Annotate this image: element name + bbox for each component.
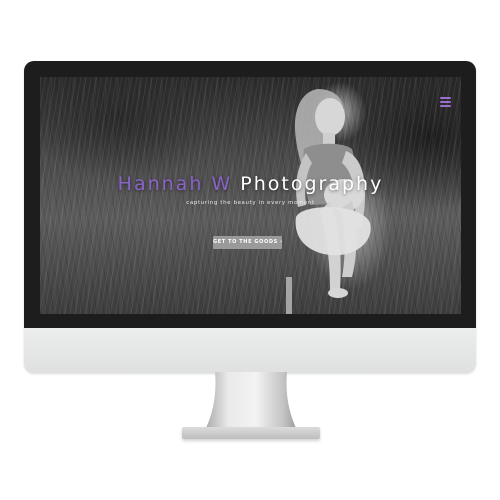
- site-tagline: capturing the beauty in every moment: [186, 200, 315, 206]
- monitor: Hannah W Photography capturing the beaut…: [24, 61, 476, 373]
- site-title-main: Photography: [240, 173, 384, 195]
- menu-icon-bar: [440, 97, 451, 99]
- site-title: Hannah W Photography: [40, 173, 461, 195]
- device-mockup: Hannah W Photography capturing the beaut…: [0, 0, 500, 500]
- website-screen: Hannah W Photography capturing the beaut…: [40, 77, 461, 314]
- site-title-accent: Hannah W: [117, 173, 233, 195]
- get-to-the-goods-button[interactable]: GET TO THE GOODS ›: [213, 236, 282, 249]
- monitor-stand-base: [182, 427, 320, 439]
- hamburger-menu-icon[interactable]: [440, 97, 451, 107]
- menu-icon-bar: [440, 105, 451, 107]
- monitor-chin: [24, 328, 476, 373]
- monitor-stand-neck: [205, 372, 297, 430]
- hero-subject-silhouette: [286, 89, 371, 314]
- menu-icon-bar: [440, 101, 451, 103]
